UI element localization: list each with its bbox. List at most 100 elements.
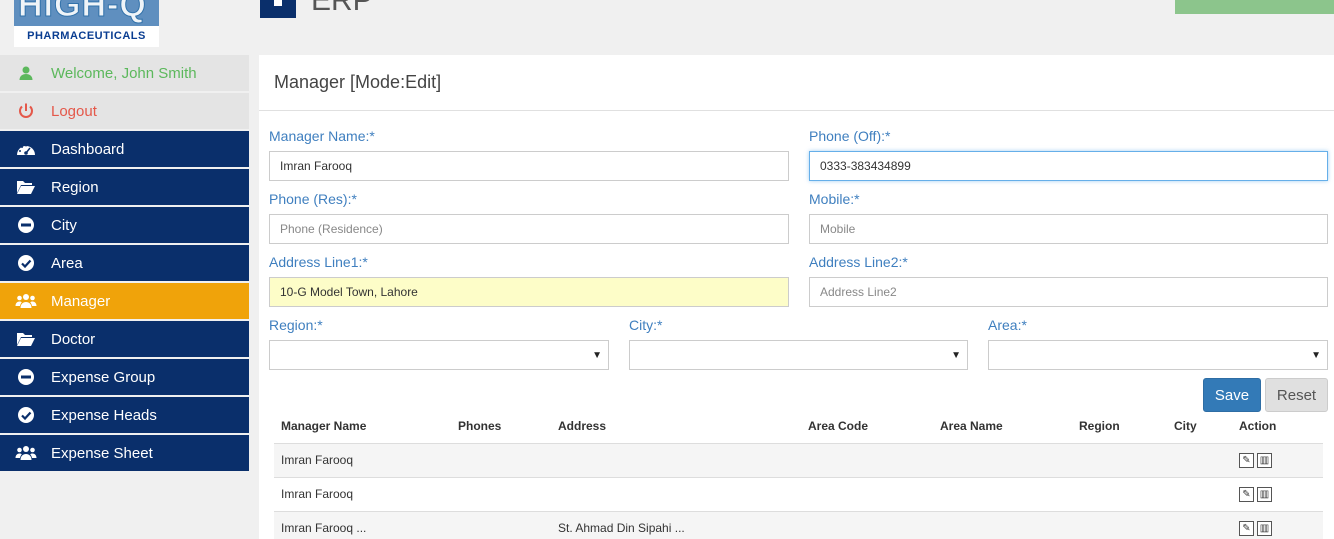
cell-city xyxy=(1167,476,1232,511)
address1-input[interactable]: 10-G Model Town, Lahore xyxy=(269,277,789,307)
column-header[interactable]: Area Code xyxy=(801,410,933,444)
phone-off-input[interactable]: 0333-383434899 xyxy=(809,151,1328,181)
check-circle-icon xyxy=(0,254,51,272)
cell-area-code xyxy=(801,476,933,511)
cell-region xyxy=(1072,442,1167,477)
cell-area-name xyxy=(933,476,1072,511)
cell-area-name xyxy=(933,510,1072,539)
cell-city xyxy=(1167,510,1232,539)
page-title: Manager [Mode:Edit] xyxy=(259,55,1334,111)
trash-icon[interactable]: ▥ xyxy=(1257,453,1272,468)
trash-icon[interactable]: ▥ xyxy=(1257,487,1272,502)
sidebar-item-label: Manager xyxy=(51,292,111,310)
sidebar-welcome[interactable]: Welcome, John Smith xyxy=(0,55,249,91)
manager-name-label: Manager Name:* xyxy=(269,128,375,144)
edit-icon[interactable]: ✎ xyxy=(1239,487,1254,502)
folder-open-icon xyxy=(0,331,51,347)
manager-name-input[interactable]: Imran Farooq xyxy=(269,151,789,181)
check-circle-icon xyxy=(0,406,51,424)
sidebar-item-expense-heads[interactable]: Expense Heads xyxy=(0,397,249,433)
column-header[interactable]: Phones xyxy=(451,410,551,444)
cell-address xyxy=(551,442,801,477)
sidebar-item-doctor[interactable]: Doctor xyxy=(0,321,249,357)
cell-address xyxy=(551,476,801,511)
sidebar-item-dashboard[interactable]: Dashboard xyxy=(0,131,249,167)
save-button[interactable]: Save xyxy=(1203,378,1261,412)
sidebar-item-expense-sheet[interactable]: Expense Sheet xyxy=(0,435,249,471)
sidebar-item-manager[interactable]: Manager xyxy=(0,283,249,319)
users-icon xyxy=(0,293,51,309)
city-select[interactable]: ▼ xyxy=(629,340,968,370)
table-row: Imran Farooq ... St. Ahmad Din Sipahi ..… xyxy=(274,510,1323,539)
dashboard-icon xyxy=(0,141,51,157)
trash-icon[interactable]: ▥ xyxy=(1257,521,1272,537)
power-icon xyxy=(0,102,51,120)
logout-label: Logout xyxy=(51,102,97,120)
app-title: ERP xyxy=(311,0,373,17)
table-header-row: Manager Name Phones Address Area Code Ar… xyxy=(274,410,1323,444)
menu-toggle-icon[interactable] xyxy=(260,0,296,18)
sidebar-item-expense-group[interactable]: Expense Group xyxy=(0,359,249,395)
sidebar-item-label: City xyxy=(51,216,77,234)
sidebar-item-label: Region xyxy=(51,178,99,196)
mobile-label: Mobile:* xyxy=(809,191,860,207)
column-header[interactable]: Area Name xyxy=(933,410,1072,444)
region-label: Region:* xyxy=(269,317,323,333)
address1-label: Address Line1:* xyxy=(269,254,368,270)
edit-icon[interactable]: ✎ xyxy=(1239,453,1254,468)
area-label: Area:* xyxy=(988,317,1027,333)
region-select[interactable]: ▼ xyxy=(269,340,609,370)
column-header[interactable]: Region xyxy=(1072,410,1167,444)
column-header[interactable]: Manager Name xyxy=(274,410,451,444)
sidebar-item-label: Area xyxy=(51,254,83,272)
minus-circle-icon xyxy=(0,216,51,234)
sidebar-item-region[interactable]: Region xyxy=(0,169,249,205)
edit-icon[interactable]: ✎ xyxy=(1239,521,1254,537)
sidebar-logout[interactable]: Logout xyxy=(0,93,249,129)
phone-res-label: Phone (Res):* xyxy=(269,191,357,207)
users-icon xyxy=(0,445,51,461)
sidebar-item-city[interactable]: City xyxy=(0,207,249,243)
cell-action: ✎ ▥ xyxy=(1232,442,1323,477)
area-select[interactable]: ▼ xyxy=(988,340,1328,370)
sidebar: Welcome, John Smith Logout Dashboard Reg… xyxy=(0,55,249,473)
cell-region xyxy=(1072,510,1167,539)
sidebar-item-area[interactable]: Area xyxy=(0,245,249,281)
cell-action: ✎ ▥ xyxy=(1232,510,1323,539)
top-right-button[interactable] xyxy=(1175,0,1334,14)
managers-table: Manager Name Phones Address Area Code Ar… xyxy=(274,410,1323,539)
address2-input[interactable]: Address Line2 xyxy=(809,277,1328,307)
cell-area-code xyxy=(801,442,933,477)
address2-label: Address Line2:* xyxy=(809,254,908,270)
caret-down-icon: ▼ xyxy=(951,350,961,361)
column-header[interactable]: City xyxy=(1167,410,1232,444)
table-row: Imran Farooq ✎ ▥ xyxy=(274,442,1323,477)
table-row: Imran Farooq ✎ ▥ xyxy=(274,476,1323,511)
caret-down-icon: ▼ xyxy=(1311,350,1321,361)
cell-phones xyxy=(451,442,551,477)
phone-res-input[interactable]: Phone (Residence) xyxy=(269,214,789,244)
user-icon xyxy=(0,65,51,81)
sidebar-item-label: Dashboard xyxy=(51,140,125,158)
cell-phones xyxy=(451,510,551,539)
cell-address: St. Ahmad Din Sipahi ... xyxy=(551,510,801,539)
sidebar-item-label: Doctor xyxy=(51,330,96,348)
reset-button[interactable]: Reset xyxy=(1265,378,1328,412)
cell-phones xyxy=(451,476,551,511)
sidebar-item-label: Expense Heads xyxy=(51,406,157,424)
folder-open-icon xyxy=(0,179,51,195)
cell-area-code xyxy=(801,510,933,539)
logo-subtitle: PHARMACEUTICALS xyxy=(27,30,146,42)
caret-down-icon: ▼ xyxy=(592,350,602,361)
cell-city xyxy=(1167,442,1232,477)
cell-manager-name: Imran Farooq ... xyxy=(274,510,451,539)
column-header: Action xyxy=(1232,410,1323,444)
mobile-input[interactable]: Mobile xyxy=(809,214,1328,244)
cell-manager-name: Imran Farooq xyxy=(274,476,451,511)
sidebar-item-label: Expense Sheet xyxy=(51,444,153,462)
column-header[interactable]: Address xyxy=(551,410,801,444)
city-label: City:* xyxy=(629,317,663,333)
cell-manager-name: Imran Farooq xyxy=(274,442,451,477)
phone-off-label: Phone (Off):* xyxy=(809,128,891,144)
sidebar-item-label: Expense Group xyxy=(51,368,156,386)
